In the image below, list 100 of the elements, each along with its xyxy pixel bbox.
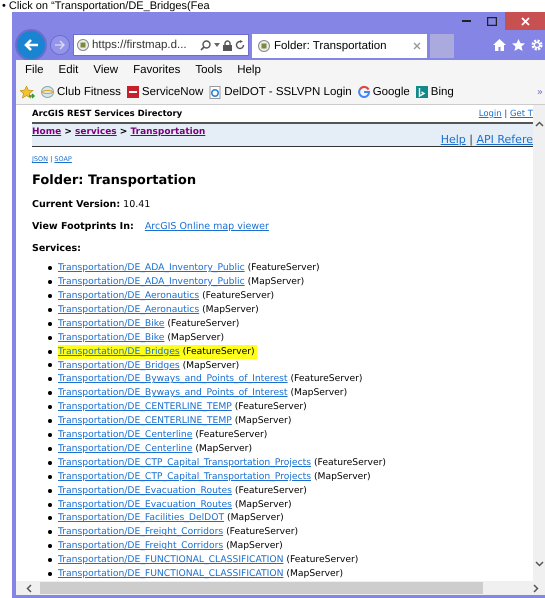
menu-item[interactable]: Tools: [195, 64, 230, 76]
scroll-right-icon[interactable]: [533, 584, 539, 592]
refresh-icon[interactable]: [235, 40, 245, 50]
service-entry: Transportation/DE_Evacuation_Routes (FeatureServer): [58, 484, 307, 498]
back-arrow-icon: [23, 38, 39, 52]
bullet-icon: [48, 419, 52, 424]
header-link[interactable]: Login: [478, 108, 502, 119]
breadcrumb-link[interactable]: services: [75, 127, 117, 138]
service-entry: Transportation/DE_CENTERLINE_TEMP (FeatureServer): [58, 400, 307, 414]
breadcrumb-separator: >: [118, 127, 128, 138]
service-link[interactable]: Transportation/DE_FUNCTIONAL_CLASSIFICATION: [58, 554, 284, 566]
bullet-icon: [48, 544, 52, 548]
service-entry: Transportation/DE_Aeronautics (FeatureServer): [58, 288, 274, 303]
globe-icon: [41, 86, 54, 98]
link-divider: |: [503, 108, 508, 119]
highlighted-service-entry: Transportation/DE_Bridges (FeatureServer): [58, 344, 257, 358]
help-link[interactable]: API Refere: [476, 133, 533, 146]
service-link[interactable]: Transportation/DE_Evacuation_Routes: [58, 498, 232, 510]
service-link[interactable]: Transportation/DE_Bridges: [58, 346, 180, 357]
bullet-icon: [48, 516, 52, 520]
g-logo-icon: [358, 86, 370, 98]
page-icon: [209, 86, 222, 98]
settings-icon[interactable]: [531, 39, 543, 51]
menu-item[interactable]: Help: [237, 64, 268, 76]
service-link[interactable]: Transportation/DE_Bike: [58, 318, 164, 329]
b-logo-icon: [416, 86, 428, 98]
folder-title: Folder: Transportation: [32, 173, 198, 188]
service-link[interactable]: Transportation/DE_FUNCTIONAL_CLASSIFICATION: [58, 568, 284, 580]
breadcrumb-link[interactable]: Home: [32, 127, 62, 138]
lock-icon: [223, 40, 232, 50]
bullet-icon: [48, 572, 52, 576]
service-link[interactable]: Transportation/DE_Freight_Corridors: [58, 526, 224, 538]
back-button[interactable]: [15, 29, 47, 61]
service-link[interactable]: Transportation/DE_Byways_and_Points_of_Interest: [58, 387, 288, 398]
service-link[interactable]: Transportation/DE_CENTERLINE_TEMP: [58, 401, 232, 412]
minimize-icon: [462, 20, 470, 22]
service-entry: Transportation/DE_Bike (MapServer): [58, 330, 224, 345]
service-link[interactable]: Transportation/DE_CTP_Capital_Transportation_Projects: [58, 470, 312, 482]
scroll-down-icon[interactable]: [534, 561, 544, 567]
close-tab-icon[interactable]: [413, 42, 421, 50]
favorites-star-icon[interactable]: [20, 86, 35, 98]
bullet-icon: [48, 558, 52, 562]
service-link[interactable]: Transportation/DE_CENTERLINE_TEMP: [58, 415, 232, 426]
bullet-icon: [48, 322, 52, 326]
bullet-icon: [48, 391, 52, 396]
service-entry: Transportation/DE_FUNCTIONAL_CLASSIFICATION (FeatureServer): [58, 553, 358, 568]
service-link[interactable]: Transportation/DE_Byways_and_Points_of_Interest: [58, 373, 288, 384]
favorite-link[interactable]: ServiceNow: [126, 86, 204, 98]
service-entry: Transportation/DE_CENTERLINE_TEMP (MapServer): [58, 414, 292, 428]
site-icon: [258, 40, 270, 52]
service-link[interactable]: Transportation/DE_Bridges: [58, 360, 180, 370]
service-link[interactable]: Transportation/DE_ADA_Inventory_Public: [58, 262, 245, 274]
bullet-icon: [48, 308, 52, 312]
more-favorites-button[interactable]: »: [536, 86, 545, 98]
service-link[interactable]: Transportation/DE_Evacuation_Routes: [58, 484, 232, 496]
menu-item[interactable]: Favorites: [133, 64, 188, 76]
star-icon[interactable]: [512, 39, 525, 51]
service-link[interactable]: Transportation/DE_Centerline: [58, 442, 192, 454]
service-link[interactable]: Transportation/DE_Facilities_DelDOT: [58, 512, 224, 524]
favorite-link[interactable]: Bing: [416, 86, 454, 98]
menu-item[interactable]: Edit: [58, 64, 86, 76]
service-entry: Transportation/DE_FUNCTIONAL_CLASSIFICATION (MapServer): [58, 567, 344, 581]
forward-button[interactable]: [50, 35, 70, 55]
service-entry: Transportation/DE_Bridges (MapServer): [58, 358, 240, 372]
menu-item[interactable]: View: [93, 64, 126, 76]
home-icon[interactable]: [493, 39, 506, 51]
service-link[interactable]: Transportation/DE_Freight_Corridors: [58, 540, 224, 552]
version-value: 10.41: [123, 199, 150, 210]
service-entry: Transportation/DE_Facilities_DelDOT (MapServer): [58, 511, 284, 526]
service-link[interactable]: Transportation/DE_Bike: [58, 332, 164, 343]
bullet-icon: [48, 266, 52, 270]
map-viewer-link[interactable]: ArcGIS Online map viewer: [144, 221, 269, 232]
favorite-link[interactable]: DelDOT - SSLVPN Login: [209, 86, 352, 98]
bullet-icon: [48, 488, 52, 493]
bullet-icon: [48, 530, 52, 534]
service-entry: Transportation/DE_Evacuation_Routes (MapServer): [58, 498, 292, 512]
favorite-link[interactable]: Google: [358, 86, 410, 98]
favorite-link[interactable]: Club Fitness: [41, 86, 121, 98]
service-link[interactable]: Transportation/DE_Aeronautics: [58, 304, 200, 315]
service-link[interactable]: Transportation/DE_CTP_Capital_Transportation_Projects: [58, 456, 312, 468]
header-link[interactable]: Get T: [510, 108, 533, 119]
service-link[interactable]: Transportation/DE_Aeronautics: [58, 290, 200, 301]
scroll-up-icon[interactable]: [534, 121, 544, 127]
breadcrumb-link[interactable]: Transportation: [130, 127, 206, 138]
bullet-icon: [48, 446, 52, 451]
link-divider: |: [468, 133, 474, 146]
scroll-left-icon[interactable]: [26, 584, 32, 592]
service-entry: Transportation/DE_Byways_and_Points_of_Interest (MapServer): [58, 386, 348, 400]
service-link[interactable]: Transportation/DE_ADA_Inventory_Public: [58, 276, 245, 288]
dropdown-icon[interactable]: [214, 43, 220, 47]
service-entry: Transportation/DE_ADA_Inventory_Public (MapServer): [58, 275, 304, 289]
search-icon[interactable]: [200, 40, 211, 50]
service-entry: Transportation/DE_Freight_Corridors (FeatureServer): [58, 525, 298, 540]
caption-text: • Click on “Transportation/DE_Bridges(Fea: [1, 0, 211, 12]
close-button[interactable]: [505, 12, 545, 30]
address-bar[interactable]: https://firstmap.d...: [73, 34, 249, 56]
help-link[interactable]: Help: [440, 133, 466, 146]
service-link[interactable]: Transportation/DE_Centerline: [58, 429, 192, 440]
menu-item[interactable]: File: [25, 64, 51, 76]
browser-tab[interactable]: Folder: Transportation: [252, 34, 427, 58]
